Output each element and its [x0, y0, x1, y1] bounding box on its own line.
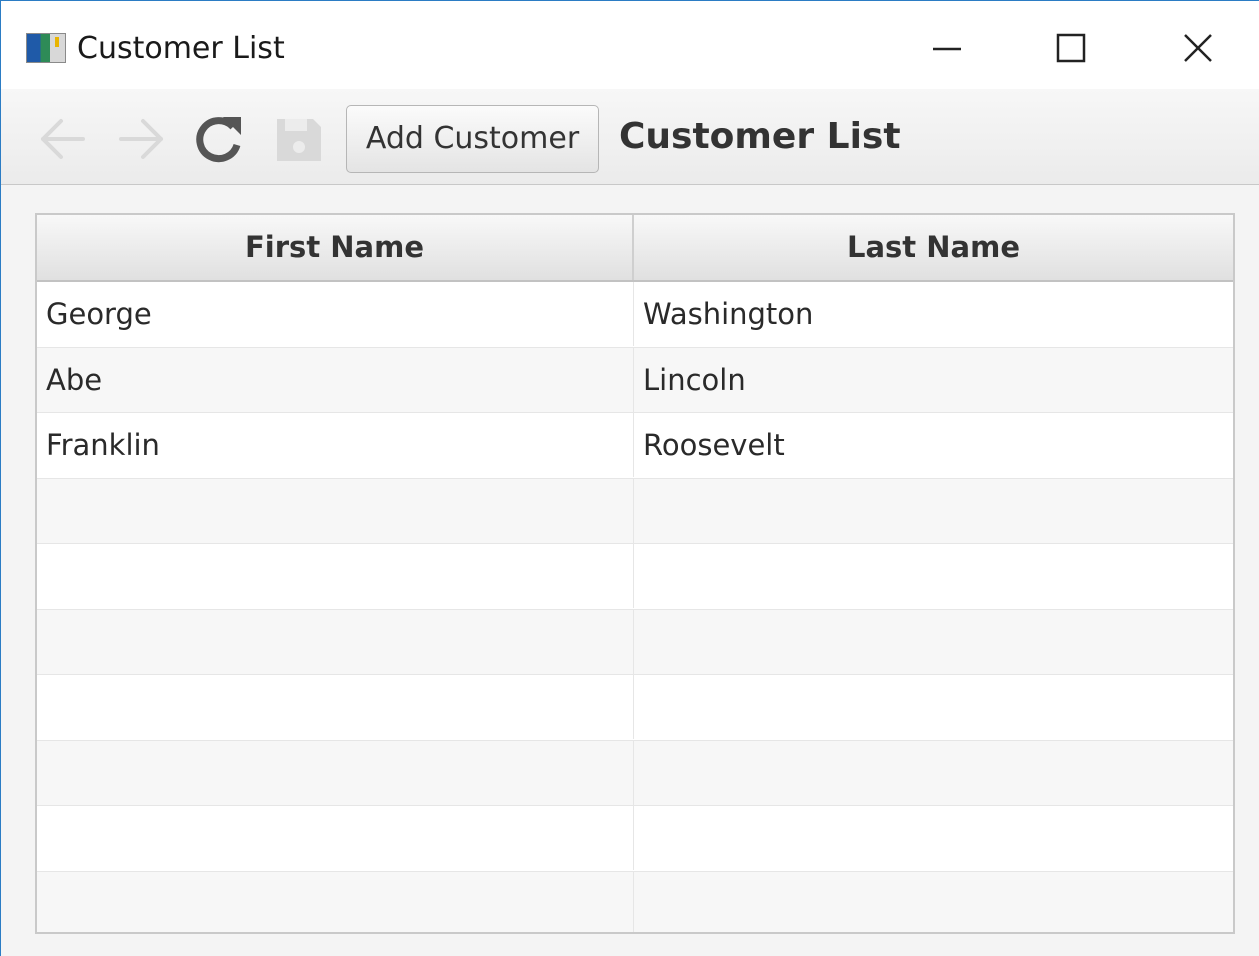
minimize-button[interactable] [907, 15, 987, 75]
first-name-cell[interactable] [37, 544, 634, 608]
first-name-cell[interactable]: George [37, 282, 634, 346]
first-name-cell[interactable] [37, 806, 634, 870]
table-body: George Washington Abe Lincoln Franklin R… [37, 282, 1233, 933]
first-name-cell[interactable] [37, 871, 634, 932]
last-name-cell[interactable] [634, 872, 1233, 933]
add-customer-button[interactable]: Add Customer [346, 105, 599, 173]
app-window: Customer List Add Customer Customer List… [0, 0, 1259, 956]
table-row[interactable] [37, 806, 1233, 872]
toolbar: Add Customer Customer List [1, 89, 1259, 185]
first-name-cell[interactable] [37, 740, 634, 805]
refresh-button[interactable] [193, 113, 245, 165]
first-name-cell[interactable] [37, 609, 634, 674]
back-button[interactable] [37, 113, 89, 165]
first-name-cell[interactable]: Abe [37, 347, 634, 412]
table-header: First Name Last Name [37, 215, 1233, 282]
close-icon [1184, 34, 1212, 62]
first-name-cell[interactable] [37, 478, 634, 543]
table-row[interactable] [37, 740, 1233, 806]
last-name-cell[interactable] [634, 741, 1233, 805]
app-icon [26, 33, 66, 63]
column-header-last-name[interactable]: Last Name [634, 215, 1233, 280]
last-name-cell[interactable]: Washington [634, 282, 1233, 346]
last-name-cell[interactable] [634, 610, 1233, 674]
table-row[interactable]: Abe Lincoln [37, 347, 1233, 413]
arrow-right-icon [119, 119, 163, 159]
last-name-cell[interactable] [634, 544, 1233, 608]
arrow-left-icon [41, 119, 85, 159]
minimize-icon [933, 47, 961, 51]
table-row[interactable]: Franklin Roosevelt [37, 413, 1233, 479]
table-row[interactable] [37, 675, 1233, 741]
maximize-button[interactable] [1031, 15, 1111, 75]
first-name-cell[interactable] [37, 675, 634, 739]
last-name-cell[interactable] [634, 806, 1233, 870]
window-title: Customer List [77, 31, 285, 66]
last-name-cell[interactable]: Roosevelt [634, 413, 1233, 477]
table-row[interactable] [37, 871, 1233, 933]
table-row[interactable] [37, 544, 1233, 610]
last-name-cell[interactable]: Lincoln [634, 348, 1233, 412]
refresh-icon [196, 117, 241, 163]
maximize-icon [1056, 33, 1086, 63]
page-title: Customer List [619, 116, 901, 157]
forward-button[interactable] [115, 113, 167, 165]
first-name-cell[interactable]: Franklin [37, 413, 634, 477]
table-row[interactable] [37, 478, 1233, 544]
table-row[interactable]: George Washington [37, 282, 1233, 348]
last-name-cell[interactable] [634, 675, 1233, 739]
title-bar[interactable]: Customer List [1, 1, 1259, 89]
last-name-cell[interactable] [634, 479, 1233, 543]
save-button[interactable] [273, 113, 325, 165]
customer-table[interactable]: First Name Last Name George Washington A… [35, 213, 1235, 934]
save-icon [277, 119, 321, 161]
table-row[interactable] [37, 609, 1233, 675]
close-button[interactable] [1157, 15, 1237, 75]
column-header-first-name[interactable]: First Name [37, 215, 634, 280]
